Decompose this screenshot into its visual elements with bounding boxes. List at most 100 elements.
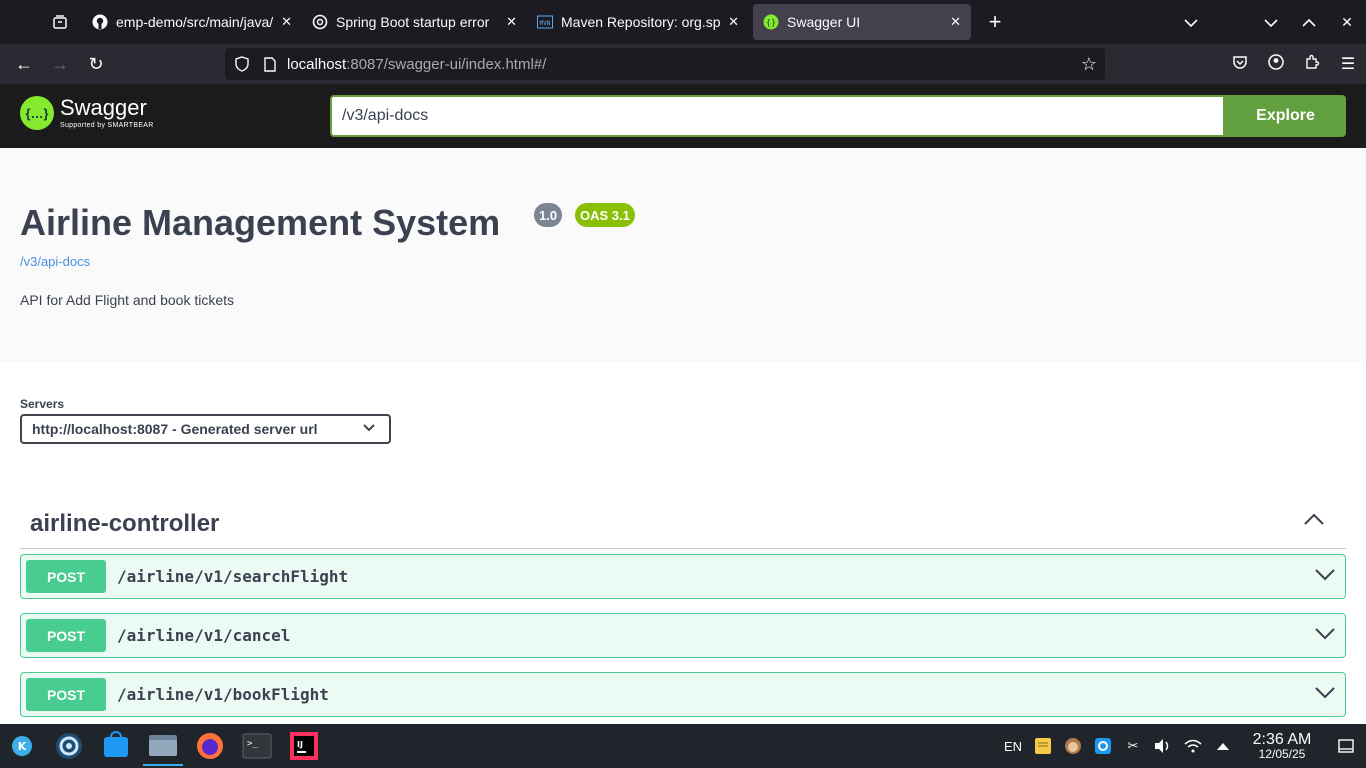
minimize-icon[interactable] — [1252, 14, 1290, 30]
new-tab-button[interactable]: + — [979, 6, 1011, 38]
chevron-up-icon[interactable] — [1304, 512, 1324, 531]
github-icon — [92, 14, 108, 30]
server-selected-value: http://localhost:8087 - Generated server… — [32, 421, 318, 437]
chevron-down-icon[interactable] — [1315, 567, 1335, 586]
reload-button[interactable]: ↻ — [78, 48, 114, 80]
swagger-logo-title: Swagger — [60, 95, 147, 120]
sync-icon[interactable] — [1088, 737, 1118, 755]
browser-nav-bar: ← → ↻ localhost:8087/swagger-ui/index.ht… — [0, 44, 1366, 84]
version-badge: 1.0 — [534, 203, 563, 227]
tab-title: Spring Boot startup error — [336, 14, 490, 30]
api-description: API for Add Flight and book tickets — [20, 292, 235, 308]
svg-text:IJ: IJ — [297, 740, 303, 749]
method-badge: POST — [26, 678, 106, 711]
servers-label: Servers — [20, 397, 65, 411]
operation-path: /airline/v1/bookFlight — [117, 685, 329, 704]
oas-badge: OAS 3.1 — [575, 203, 635, 227]
show-desktop-icon[interactable] — [1326, 739, 1366, 753]
method-badge: POST — [26, 619, 106, 652]
url-path: :8087/swagger-ui/index.html#/ — [346, 55, 547, 73]
taskbar: K >_ IJ EN ✂ 2:36 AM 12/05/25 — [0, 724, 1366, 768]
back-button[interactable]: ← — [6, 48, 42, 80]
spec-url-input[interactable]: /v3/api-docs — [330, 95, 1225, 137]
tab-title: Swagger UI — [787, 14, 861, 30]
bookmark-star-icon[interactable]: ☆ — [1081, 54, 1097, 75]
close-tab-icon[interactable]: ✕ — [950, 14, 961, 30]
close-window-icon[interactable]: ✕ — [1328, 14, 1366, 31]
menu-icon[interactable]: ☰ — [1330, 54, 1366, 74]
scissors-icon[interactable]: ✂ — [1118, 738, 1148, 754]
account-icon[interactable] — [1258, 53, 1294, 75]
chevron-down-icon — [363, 421, 375, 438]
openai-icon — [312, 14, 328, 30]
page-icon — [259, 56, 281, 72]
extensions-icon[interactable] — [1294, 54, 1330, 75]
reload-icon: ↻ — [88, 53, 104, 74]
swagger-icon: {} — [763, 14, 779, 30]
url-host: localhost — [287, 55, 347, 73]
forward-button[interactable]: → — [42, 48, 78, 80]
close-tab-icon[interactable]: ✕ — [281, 14, 292, 30]
method-badge: POST — [26, 560, 106, 593]
tab-title: Maven Repository: org.spr — [561, 14, 721, 30]
operation-path: /airline/v1/cancel — [117, 626, 291, 645]
arrow-left-icon: ← — [15, 53, 33, 74]
chevron-down-icon[interactable] — [1315, 685, 1335, 704]
tag-header[interactable]: airline-controller — [20, 502, 1346, 549]
close-tab-icon[interactable]: ✕ — [728, 14, 739, 30]
servers-section: Servers http://localhost:8087 - Generate… — [0, 361, 1366, 474]
browser-tab-maven[interactable]: MVN Maven Repository: org.spr ✕ — [527, 4, 749, 40]
pocket-icon[interactable] — [1222, 54, 1258, 75]
tag-name: airline-controller — [30, 510, 220, 537]
chevron-down-icon[interactable] — [1315, 626, 1335, 645]
clock-time: 2:36 AM — [1252, 731, 1312, 748]
tab-tray-icon — [53, 15, 67, 29]
file-manager-icon[interactable] — [143, 726, 183, 766]
svg-text:K: K — [18, 740, 27, 753]
system-tray: EN ✂ 2:36 AM 12/05/25 — [998, 724, 1366, 768]
opblock-post[interactable]: POST /airline/v1/searchFlight — [20, 554, 1346, 599]
tray-expand-icon[interactable] — [1208, 742, 1238, 750]
shield-icon — [231, 56, 253, 72]
tab-overview-button[interactable] — [42, 4, 78, 40]
terminal-icon[interactable]: >_ — [237, 726, 277, 766]
app-launcher-icon[interactable]: K — [2, 726, 42, 766]
spec-link[interactable]: /v3/api-docs — [20, 254, 90, 269]
clock-date: 12/05/25 — [1258, 747, 1306, 761]
wifi-icon[interactable] — [1178, 738, 1208, 754]
firefox-icon[interactable] — [190, 726, 230, 766]
window-controls: ✕ — [1172, 0, 1366, 44]
clock[interactable]: 2:36 AM 12/05/25 — [1244, 731, 1320, 761]
browser-tab-swagger[interactable]: {} Swagger UI ✕ — [753, 4, 971, 40]
swagger-logo[interactable]: {…} Swagger Supported by SMARTBEAR — [20, 96, 154, 130]
explore-button[interactable]: Explore — [1225, 95, 1346, 137]
notes-icon[interactable] — [1028, 737, 1058, 755]
opblock-post[interactable]: POST /airline/v1/cancel — [20, 613, 1346, 658]
monkey-app-icon[interactable] — [1058, 737, 1088, 755]
maven-icon: MVN — [537, 14, 553, 30]
spec-url-value: /v3/api-docs — [342, 107, 429, 124]
close-tab-icon[interactable]: ✕ — [506, 14, 517, 30]
browser-tab-github[interactable]: emp-demo/src/main/java/ ✕ — [82, 4, 302, 40]
intellij-icon[interactable]: IJ — [284, 726, 324, 766]
address-bar[interactable]: localhost:8087/swagger-ui/index.html#/ ☆ — [225, 48, 1105, 80]
toolbar-right: ☰ — [1222, 44, 1366, 84]
tab-list-chevron-icon[interactable] — [1172, 14, 1210, 30]
swagger-topbar: {…} Swagger Supported by SMARTBEAR /v3/a… — [0, 84, 1366, 148]
svg-text:MVN: MVN — [540, 20, 551, 27]
svg-text:{}: {} — [766, 18, 776, 27]
opblock-post[interactable]: POST /airline/v1/bookFlight — [20, 672, 1346, 717]
operation-path: /airline/v1/searchFlight — [117, 567, 349, 586]
browser-tab-bar: emp-demo/src/main/java/ ✕ Spring Boot st… — [0, 0, 1366, 44]
arrow-right-icon: → — [51, 53, 69, 74]
api-info: Airline Management System 1.0 OAS 3.1 /v… — [0, 148, 1366, 361]
system-settings-icon[interactable] — [49, 726, 89, 766]
volume-icon[interactable] — [1148, 738, 1178, 754]
tab-title: emp-demo/src/main/java/ — [116, 14, 274, 30]
maximize-icon[interactable] — [1290, 14, 1328, 30]
server-select[interactable]: http://localhost:8087 - Generated server… — [20, 414, 391, 444]
browser-tab-chatgpt[interactable]: Spring Boot startup error ✕ — [302, 4, 527, 40]
keyboard-layout[interactable]: EN — [998, 739, 1028, 754]
discover-icon[interactable] — [96, 726, 136, 766]
plus-icon: + — [988, 9, 1002, 34]
